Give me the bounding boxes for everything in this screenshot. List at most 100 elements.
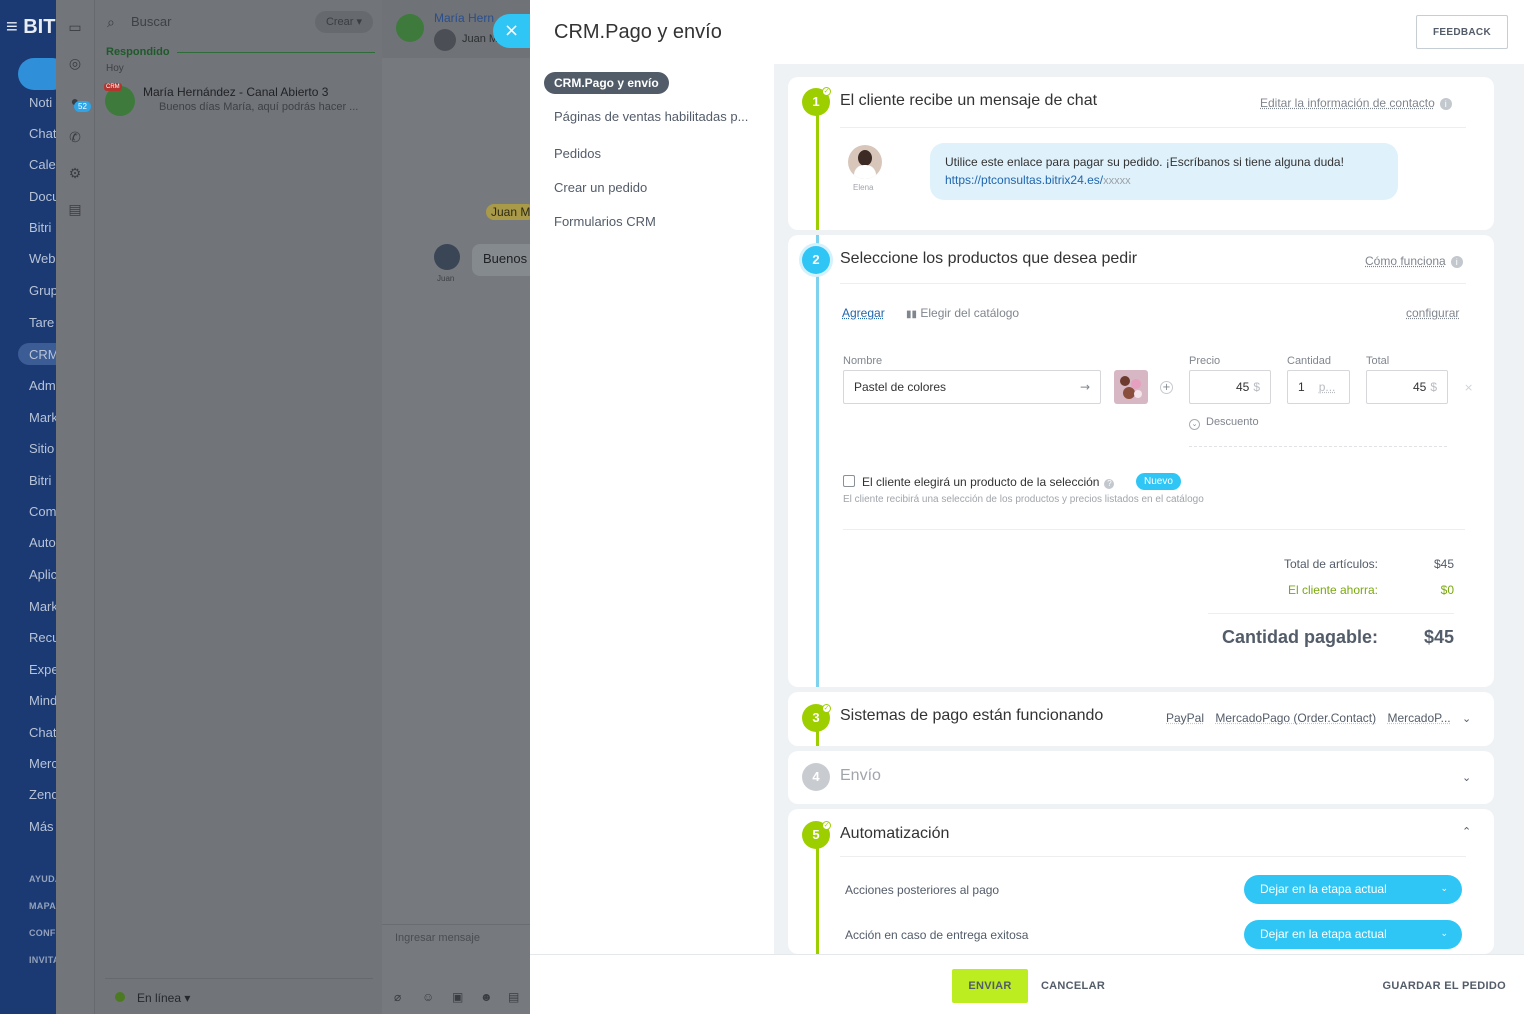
payment-link[interactable]: https://ptconsultas.bitrix24.es/xxxxx bbox=[945, 173, 1383, 187]
total-input[interactable]: 45 $ bbox=[1366, 370, 1448, 404]
divider bbox=[840, 856, 1466, 857]
nav-item[interactable]: Web bbox=[29, 251, 56, 266]
product-image[interactable] bbox=[1114, 370, 1148, 404]
nav-item[interactable]: Chat bbox=[29, 725, 56, 740]
chat-list-panel: ⌕ Buscar Crear ▾ Respondido Hoy CRM Marí… bbox=[94, 0, 382, 1014]
payment-system-paypal[interactable]: PayPal bbox=[1166, 711, 1204, 725]
add-product-button[interactable]: Agregar bbox=[842, 306, 885, 320]
automation-select-after-payment[interactable]: Dejar en la etapa actual ⌄ bbox=[1244, 875, 1462, 904]
chat-list-item[interactable]: CRM María Hernández - Canal Abierto 3 Bu… bbox=[95, 80, 383, 120]
nav-item[interactable]: Mark bbox=[29, 599, 56, 614]
nav-item[interactable]: Mind bbox=[29, 693, 56, 708]
save-order-button[interactable]: GUARDAR EL PEDIDO bbox=[1366, 969, 1506, 1003]
send-button[interactable]: ENVIAR bbox=[952, 969, 1028, 1003]
nav-item[interactable]: Recu bbox=[29, 630, 56, 645]
unit-selector[interactable]: p... bbox=[1319, 380, 1336, 394]
message-input[interactable]: Ingresar mensaje bbox=[395, 932, 480, 944]
feedback-button[interactable]: FEEDBACK bbox=[1416, 15, 1508, 49]
create-button[interactable]: Crear ▾ bbox=[315, 11, 373, 33]
info-icon[interactable]: i bbox=[1450, 256, 1463, 268]
chevron-down-icon[interactable]: ⌄ bbox=[1462, 712, 1474, 725]
nav-item[interactable]: Com bbox=[29, 504, 56, 519]
nav-footer-item[interactable]: AYUDA bbox=[29, 874, 56, 884]
discount-toggle[interactable]: ⌄ Descuento bbox=[1189, 416, 1259, 430]
menu-icon[interactable]: ≡ bbox=[6, 16, 18, 38]
nav-item[interactable]: Expe bbox=[29, 662, 56, 677]
chevron-down-icon[interactable]: ⌄ bbox=[1462, 771, 1474, 784]
message-bubble: Buenos bbox=[472, 244, 530, 276]
configure-link[interactable]: configurar bbox=[1406, 306, 1459, 320]
nav-item[interactable]: Mark bbox=[29, 410, 56, 425]
chat-icon[interactable]: ▭ bbox=[66, 18, 84, 36]
nav-item[interactable]: Bitri bbox=[29, 220, 51, 235]
divider bbox=[840, 127, 1466, 128]
add-image-icon[interactable]: + bbox=[1160, 381, 1173, 394]
automation-select-delivery[interactable]: Dejar en la etapa actual ⌄ bbox=[1244, 920, 1462, 949]
nav-footer-item[interactable]: INVITA bbox=[29, 955, 56, 965]
settings-icon[interactable]: ⚙ bbox=[66, 164, 84, 182]
payment-system-mercadopago[interactable]: MercadoP... bbox=[1387, 711, 1450, 725]
status-selector[interactable]: En línea ▾ bbox=[137, 991, 190, 1005]
step-card-payment-systems[interactable]: 3 ✓ Sistemas de pago están funcionando P… bbox=[788, 692, 1494, 746]
nav-item[interactable]: Tare bbox=[29, 315, 54, 330]
step-card-chat-message: 1 ✓ El cliente recibe un mensaje de chat… bbox=[788, 77, 1494, 230]
sender-avatar bbox=[434, 244, 460, 270]
search-input[interactable]: Buscar bbox=[131, 14, 171, 29]
price-value: 45 bbox=[1235, 380, 1250, 394]
quantity-label: Cantidad bbox=[1287, 355, 1332, 367]
nav-footer-item[interactable]: MAPA bbox=[29, 901, 56, 911]
quantity-input[interactable]: 1 p... bbox=[1287, 370, 1350, 404]
openlines-icon[interactable]: ◎ bbox=[66, 54, 84, 72]
nav-item[interactable]: Bitri bbox=[29, 473, 51, 488]
nav-item[interactable]: Aplic bbox=[29, 567, 56, 582]
chevron-up-icon[interactable]: ⌃ bbox=[1462, 825, 1474, 838]
automation-label-after-payment: Acciones posteriores al pago bbox=[845, 883, 1000, 897]
price-input[interactable]: 45 $ bbox=[1189, 370, 1271, 404]
sidebar-item-sales-pages[interactable]: Páginas de ventas habilitadas p... bbox=[554, 109, 748, 124]
client-chooses-checkbox[interactable] bbox=[843, 475, 855, 487]
search-icon[interactable]: ⌕ bbox=[107, 14, 121, 30]
nav-footer-item[interactable]: CONF bbox=[29, 928, 56, 938]
sidebar-item-crm-forms[interactable]: Formularios CRM bbox=[554, 214, 656, 229]
template-icon[interactable]: ▤ bbox=[508, 990, 522, 1004]
product-name-input[interactable]: Pastel de colores → bbox=[843, 370, 1101, 404]
notes-icon[interactable]: ▤ bbox=[66, 200, 84, 218]
info-icon[interactable]: ? bbox=[1104, 479, 1115, 489]
nav-item[interactable]: CRM bbox=[29, 347, 56, 362]
nav-item[interactable]: Cale bbox=[29, 157, 56, 172]
edit-contact-link[interactable]: Editar la información de contacto i bbox=[1260, 96, 1452, 110]
chat-name: María Hernández - Canal Abierto 3 bbox=[143, 85, 329, 99]
arrow-right-icon[interactable]: → bbox=[1080, 371, 1090, 403]
attach-icon[interactable]: ⌀ bbox=[394, 990, 408, 1004]
sidebar-item-orders[interactable]: Pedidos bbox=[554, 146, 601, 161]
user-icon[interactable]: ☺ bbox=[422, 990, 436, 1004]
step-title: Seleccione los productos que desea pedir bbox=[840, 250, 1138, 267]
bitrix-logo[interactable]: ≡ BIT bbox=[6, 16, 55, 39]
payable-amount-label: Cantidad pagable: bbox=[1221, 627, 1378, 647]
nav-item[interactable]: Grup bbox=[29, 283, 56, 298]
nav-item[interactable]: Docu bbox=[29, 189, 56, 204]
nav-item[interactable]: Merc bbox=[29, 756, 56, 771]
nav-item[interactable]: Zend bbox=[29, 787, 56, 802]
edit-icon[interactable]: ▣ bbox=[452, 990, 466, 1004]
phone-icon[interactable]: ✆ bbox=[66, 128, 84, 146]
close-slider-button[interactable]: × bbox=[493, 14, 530, 48]
chat-header-name[interactable]: María Hern bbox=[434, 11, 494, 25]
cancel-button[interactable]: CANCELAR bbox=[1035, 969, 1111, 1003]
payment-system-mercadopago-order[interactable]: MercadoPago (Order.Contact) bbox=[1215, 711, 1376, 725]
nav-item[interactable]: Más bbox=[29, 819, 54, 834]
nav-item[interactable]: Sitio bbox=[29, 441, 54, 456]
how-it-works-link[interactable]: Cómo funciona i bbox=[1365, 254, 1463, 268]
sidebar-item-active[interactable]: CRM.Pago y envío bbox=[544, 72, 669, 94]
nav-item[interactable]: Noti bbox=[29, 95, 52, 110]
items-total-label: Total de artículos: bbox=[1283, 557, 1378, 571]
nav-item[interactable]: Adm bbox=[29, 378, 56, 393]
sidebar-item-create-order[interactable]: Crear un pedido bbox=[554, 180, 647, 195]
nav-item[interactable]: Auto bbox=[29, 535, 56, 550]
smile-icon[interactable]: ☻ bbox=[480, 990, 494, 1004]
remove-product-icon[interactable]: × bbox=[1464, 381, 1473, 394]
choose-from-catalog-button[interactable]: ▮▮ Elegir del catálogo bbox=[906, 306, 1019, 320]
info-icon[interactable]: i bbox=[1439, 98, 1452, 110]
step-card-delivery[interactable]: 4 Envío ⌄ bbox=[788, 751, 1494, 804]
nav-item[interactable]: Chat bbox=[29, 126, 56, 141]
